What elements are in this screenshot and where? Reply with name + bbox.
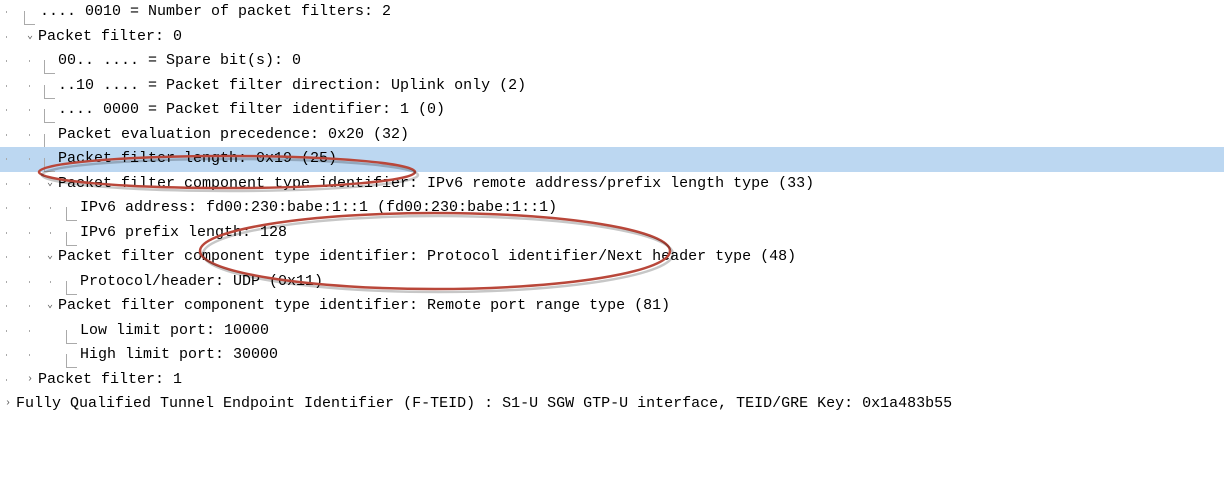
field-label: ..10 .... = Packet filter direction: Upl… <box>58 74 526 99</box>
tree-row[interactable]: ⌄ Packet filter component type identifie… <box>0 245 1224 270</box>
tree-row-selected[interactable]: Packet filter length: 0x19 (25) <box>0 147 1224 172</box>
field-label: .... 0010 = Number of packet filters: 2 <box>40 0 391 25</box>
field-label: Packet filter length: 0x19 (25) <box>58 147 337 172</box>
tree-row[interactable]: 00.. .... = Spare bit(s): 0 <box>0 49 1224 74</box>
tree-row[interactable]: Packet evaluation precedence: 0x20 (32) <box>0 123 1224 148</box>
tree-row[interactable]: › Packet filter: 1 <box>0 368 1224 393</box>
field-label: High limit port: 30000 <box>80 343 278 368</box>
field-label: Protocol/header: UDP (0x11) <box>80 270 323 295</box>
field-label: 00.. .... = Spare bit(s): 0 <box>58 49 301 74</box>
field-label: Packet filter component type identifier:… <box>58 294 670 319</box>
chevron-down-icon[interactable]: ⌄ <box>44 172 56 197</box>
chevron-down-icon[interactable]: ⌄ <box>44 294 56 319</box>
tree-row[interactable]: .... 0010 = Number of packet filters: 2 <box>0 0 1224 25</box>
field-label: Packet filter: 1 <box>38 368 182 393</box>
tree-row[interactable]: ..10 .... = Packet filter direction: Upl… <box>0 74 1224 99</box>
field-label: IPv6 address: fd00:230:babe:1::1 (fd00:2… <box>80 196 557 221</box>
tree-row[interactable]: .... 0000 = Packet filter identifier: 1 … <box>0 98 1224 123</box>
field-label: Packet evaluation precedence: 0x20 (32) <box>58 123 409 148</box>
tree-row[interactable]: IPv6 address: fd00:230:babe:1::1 (fd00:2… <box>0 196 1224 221</box>
chevron-down-icon[interactable]: ⌄ <box>24 25 36 50</box>
chevron-right-icon[interactable]: › <box>2 392 14 417</box>
tree-row[interactable]: Low limit port: 10000 <box>0 319 1224 344</box>
chevron-down-icon[interactable]: ⌄ <box>44 245 56 270</box>
field-label: Fully Qualified Tunnel Endpoint Identifi… <box>16 392 952 417</box>
field-label: IPv6 prefix length: 128 <box>80 221 287 246</box>
tree-row[interactable]: High limit port: 30000 <box>0 343 1224 368</box>
field-label: Packet filter: 0 <box>38 25 182 50</box>
tree-row[interactable]: › Fully Qualified Tunnel Endpoint Identi… <box>0 392 1224 417</box>
field-label: Packet filter component type identifier:… <box>58 172 814 197</box>
tree-row[interactable]: ⌄ Packet filter component type identifie… <box>0 294 1224 319</box>
tree-row[interactable]: Protocol/header: UDP (0x11) <box>0 270 1224 295</box>
packet-tree: .... 0010 = Number of packet filters: 2 … <box>0 0 1224 417</box>
tree-row[interactable]: ⌄ Packet filter component type identifie… <box>0 172 1224 197</box>
field-label: Low limit port: 10000 <box>80 319 269 344</box>
tree-row[interactable]: ⌄ Packet filter: 0 <box>0 25 1224 50</box>
tree-row[interactable]: IPv6 prefix length: 128 <box>0 221 1224 246</box>
field-label: .... 0000 = Packet filter identifier: 1 … <box>58 98 445 123</box>
field-label: Packet filter component type identifier:… <box>58 245 796 270</box>
chevron-right-icon[interactable]: › <box>24 368 36 393</box>
